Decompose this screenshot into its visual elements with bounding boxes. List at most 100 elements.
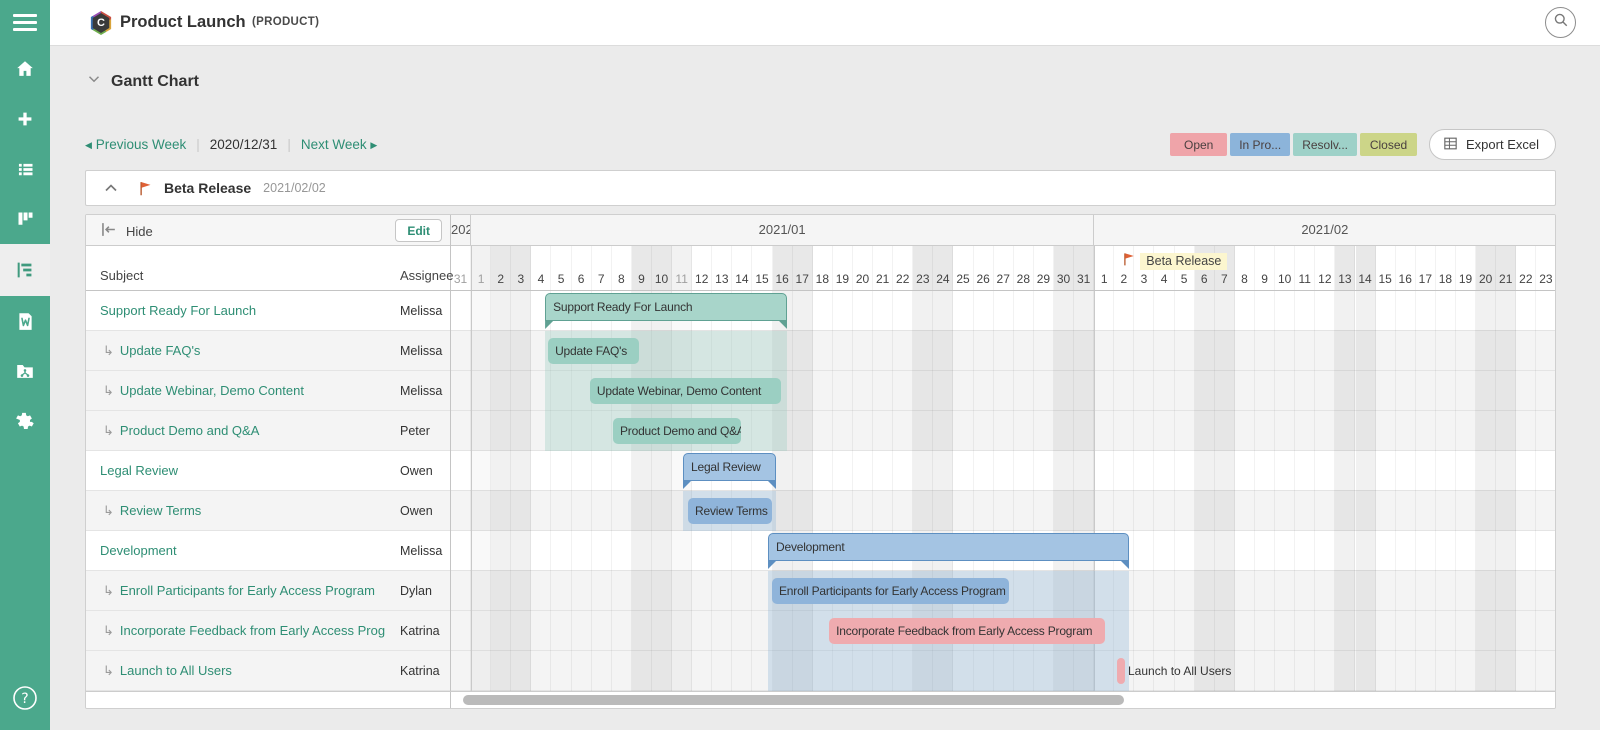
day-header-cell: 22 xyxy=(893,246,913,290)
export-excel-button[interactable]: Export Excel xyxy=(1429,129,1556,160)
hamburger-menu-button[interactable] xyxy=(0,0,50,44)
milestone-date: 2021/02/02 xyxy=(263,181,326,195)
task-list: Support Ready For LaunchMelissa↳Update F… xyxy=(86,291,450,691)
sidebar-item-board[interactable] xyxy=(0,194,50,244)
edit-button[interactable]: Edit xyxy=(395,219,442,242)
search-button[interactable] xyxy=(1545,7,1576,38)
day-header-cell: 17 xyxy=(1416,246,1436,290)
subject-column-header: Subject xyxy=(100,268,143,283)
previous-week-link[interactable]: ◀ Previous Week xyxy=(85,137,186,152)
day-header-cell: 10 xyxy=(652,246,672,290)
collapse-chevron-up-icon[interactable] xyxy=(101,178,121,198)
gantt-bar[interactable]: Support Ready For Launch xyxy=(545,293,787,321)
sidebar-item-home[interactable] xyxy=(0,44,50,94)
month-header-cell: 2020/12 xyxy=(451,215,471,245)
day-header-cell: 25 xyxy=(954,246,974,290)
gantt-bar[interactable]: Update FAQ's xyxy=(548,338,639,364)
gantt-bar[interactable]: Legal Review xyxy=(683,453,776,481)
sidebar-item-add[interactable] xyxy=(0,94,50,144)
legend-badge-open[interactable]: Open xyxy=(1170,133,1227,156)
day-header-cell: 19 xyxy=(833,246,853,290)
task-subject-cell: ↳ Launch to All Users xyxy=(86,663,386,679)
month-header-cell: 2021/01 xyxy=(471,215,1094,245)
day-header-cell: 7 xyxy=(592,246,612,290)
scrollbar-thumb[interactable] xyxy=(463,695,1124,705)
task-subject-cell: ↳Incorporate Feedback from Early Access … xyxy=(86,623,386,639)
task-subject-link[interactable]: Launch to All Users xyxy=(120,663,232,678)
gantt-bar[interactable]: Incorporate Feedback from Early Access P… xyxy=(829,618,1105,644)
milestone-title[interactable]: Beta Release xyxy=(164,180,251,196)
separator: | xyxy=(287,137,291,152)
subtask-arrow-icon: ↳ xyxy=(103,663,114,678)
day-header-cell: 8 xyxy=(1235,246,1255,290)
day-column-stripe xyxy=(1416,291,1436,691)
legend-badge-inpro[interactable]: In Pro... xyxy=(1230,133,1290,156)
gantt-bar[interactable]: Update Webinar, Demo Content xyxy=(590,378,781,404)
task-subject-link[interactable]: Legal Review xyxy=(100,463,178,478)
task-subject-link[interactable]: Update FAQ's xyxy=(120,343,201,358)
top-header: C Product Launch (PRODUCT) xyxy=(50,0,1600,46)
sidebar-item-issues[interactable] xyxy=(0,144,50,194)
day-header-cell: 27 xyxy=(994,246,1014,290)
next-week-link[interactable]: Next Week ▶ xyxy=(301,137,377,152)
subtask-arrow-icon: ↳ xyxy=(103,503,114,518)
day-header-cell: 10 xyxy=(1275,246,1295,290)
day-header-cell: 31 xyxy=(1074,246,1094,290)
day-column-stripe xyxy=(1536,291,1555,691)
legend-badge-closed[interactable]: Closed xyxy=(1360,133,1417,156)
chevron-down-icon[interactable] xyxy=(85,70,103,93)
task-subject-link[interactable]: Update Webinar, Demo Content xyxy=(120,383,304,398)
day-header-cell: 1 xyxy=(1094,246,1114,290)
task-row: Support Ready For LaunchMelissa xyxy=(86,291,450,331)
task-subject-cell: ↳Product Demo and Q&A xyxy=(86,423,386,439)
sidebar-item-help[interactable]: ? xyxy=(0,683,50,718)
day-header-cell: 13 xyxy=(1335,246,1355,290)
gantt-bar[interactable] xyxy=(1117,658,1125,684)
day-header-cell: 5 xyxy=(552,246,572,290)
gantt-bar-label: Enroll Participants for Early Access Pro… xyxy=(772,584,1009,598)
day-header-cell: 14 xyxy=(1356,246,1376,290)
task-assignee: Melissa xyxy=(400,384,442,398)
sidebar-item-gantt[interactable] xyxy=(0,244,50,296)
day-header-cell: 12 xyxy=(1315,246,1335,290)
sidebar-item-files[interactable] xyxy=(0,346,50,396)
horizontal-scrollbar xyxy=(86,691,1555,708)
task-subject-link[interactable]: Development xyxy=(100,543,177,558)
project-logo[interactable]: C xyxy=(90,11,112,35)
sidebar-item-wiki[interactable] xyxy=(0,296,50,346)
day-header-cell: 9 xyxy=(1255,246,1275,290)
day-column-stripe xyxy=(1295,291,1315,691)
day-column-stripe xyxy=(1396,291,1416,691)
gantt-bar[interactable]: Enroll Participants for Early Access Pro… xyxy=(772,578,1009,604)
milestone-marker[interactable]: Beta Release xyxy=(1121,251,1227,271)
task-subject-link[interactable]: Enroll Participants for Early Access Pro… xyxy=(120,583,375,598)
main-content: Gantt Chart ◀ Previous Week | 2020/12/31… xyxy=(50,46,1600,730)
gantt-bar[interactable]: Product Demo and Q&A xyxy=(613,418,741,444)
day-header-cell: 6 xyxy=(572,246,592,290)
day-header-cell: 16 xyxy=(1396,246,1416,290)
task-subject-link[interactable]: Product Demo and Q&A xyxy=(120,423,259,438)
task-subject-link[interactable]: Support Ready For Launch xyxy=(100,303,256,318)
day-header-cell: 8 xyxy=(612,246,632,290)
task-subject-cell: ↳Update Webinar, Demo Content xyxy=(86,383,386,399)
day-header-cell: 18 xyxy=(1436,246,1456,290)
plus-icon xyxy=(14,108,36,130)
day-header-cell: 4 xyxy=(531,246,551,290)
gantt-bar[interactable]: Review Terms xyxy=(688,498,772,524)
sidebar-item-settings[interactable] xyxy=(0,396,50,446)
task-subject-link[interactable]: Review Terms xyxy=(120,503,201,518)
gantt-bar-label: Incorporate Feedback from Early Access P… xyxy=(829,624,1099,638)
legend-badge-resolv[interactable]: Resolv... xyxy=(1293,133,1357,156)
day-header-cell: 20 xyxy=(1476,246,1496,290)
day-header-cell: 26 xyxy=(974,246,994,290)
day-header-cell: 11 xyxy=(672,246,692,290)
hide-label: Hide xyxy=(126,224,153,239)
day-header-cell: 23 xyxy=(1536,246,1555,290)
left-arrow-icon: ◀ xyxy=(85,140,92,150)
task-subject-link[interactable]: Incorporate Feedback from Early Access P… xyxy=(120,623,386,638)
day-header-row: 3112345678910111213141516171819202122232… xyxy=(451,246,1555,291)
day-header-cell: 15 xyxy=(1376,246,1396,290)
gantt-bar[interactable]: Development xyxy=(768,533,1129,561)
task-assignee: Katrina xyxy=(400,624,440,638)
hide-panel-button[interactable]: Hide xyxy=(99,220,153,242)
